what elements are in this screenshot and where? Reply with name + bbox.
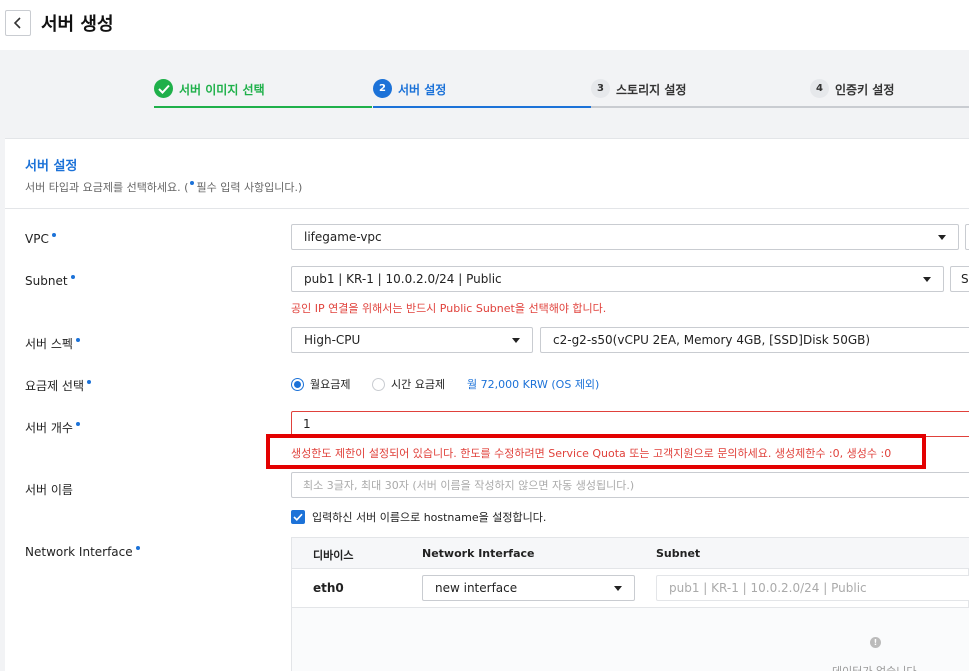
subnet-extra-button[interactable]: S [950, 266, 969, 292]
radio-checked-icon [291, 377, 304, 391]
caret-down-icon [512, 338, 520, 343]
radio-unchecked-icon [372, 377, 385, 391]
hostname-checkbox[interactable]: 입력하신 서버 이름으로 hostname을 설정합니다. [291, 509, 546, 525]
interface-select[interactable]: new interface [422, 575, 635, 601]
step-label: 스토리지 설정 [616, 83, 687, 97]
server-settings-panel: 서버 설정 서버 타입과 요금제를 선택하세요. (필수 입력 사항입니다.) … [5, 138, 969, 671]
required-dot-icon [75, 422, 80, 426]
vpc-extra-button[interactable] [965, 224, 969, 250]
required-dot-icon [190, 181, 195, 185]
required-dot-icon [51, 233, 56, 237]
table-header: 디바이스 Network Interface Subnet [292, 538, 969, 569]
step-progress-line [591, 106, 810, 108]
server-spec-select[interactable]: c2-g2-s50(vCPU 2EA, Memory 4GB, [SSD]Dis… [540, 327, 969, 353]
page-title: 서버 생성 [41, 14, 114, 35]
step-auth-key-settings[interactable]: 4 인증키 설정 [810, 78, 969, 108]
count-label: 서버 개수 [25, 419, 80, 436]
empty-text: 데이터가 없습니다. [832, 663, 920, 671]
vpc-select[interactable]: lifegame-vpc [291, 224, 959, 250]
step-number: 3 [591, 79, 610, 98]
step-label: 서버 설정 [398, 83, 447, 97]
step-number: 4 [810, 79, 829, 98]
spec-label: 서버 스펙 [25, 335, 80, 352]
caret-down-icon [938, 235, 946, 240]
network-interface-table: 디바이스 Network Interface Subnet eth0 new i… [291, 537, 969, 671]
col-subnet: Subnet [656, 547, 701, 560]
step-number: 2 [373, 79, 392, 98]
caret-down-icon [923, 277, 931, 282]
server-name-input[interactable]: 최소 3글자, 최대 30자 (서버 이름을 작성하지 않으면 자동 생성됩니다… [291, 472, 969, 498]
info-icon: ! [870, 637, 881, 648]
section-title: 서버 설정 [25, 159, 78, 174]
page-header: 서버 생성 [0, 0, 969, 50]
network-interface-label: Network Interface [25, 545, 140, 559]
col-device: 디바이스 [313, 549, 354, 562]
billing-monthly-radio[interactable]: 월요금제 [291, 376, 350, 392]
required-dot-icon [87, 380, 92, 384]
required-dot-icon [75, 338, 80, 342]
back-button[interactable] [5, 10, 31, 36]
table-row: eth0 new interface pub1 | KR-1 | 10.0.2.… [292, 569, 969, 608]
server-type-select[interactable]: High-CPU [291, 327, 533, 353]
step-progress-line [810, 106, 969, 108]
stepper: 서버 이미지 선택 2 서버 설정 3 스토리지 설정 4 인증키 설정 [0, 50, 969, 130]
step-server-settings[interactable]: 2 서버 설정 [373, 78, 591, 108]
interface-subnet-select: pub1 | KR-1 | 10.0.2.0/24 | Public [656, 575, 969, 601]
subnet-label: Subnet [25, 274, 75, 288]
step-image-select[interactable]: 서버 이미지 선택 [154, 78, 372, 108]
section-description: 서버 타입과 요금제를 선택하세요. (필수 입력 사항입니다.) [25, 181, 303, 194]
step-storage-settings[interactable]: 3 스토리지 설정 [591, 78, 810, 108]
caret-down-icon [614, 586, 622, 591]
divider [5, 208, 969, 209]
step-label: 인증키 설정 [835, 83, 895, 97]
check-icon [154, 79, 173, 98]
check-icon [291, 510, 305, 524]
required-dot-icon [70, 275, 75, 279]
empty-state: ! 데이터가 없습니다. [292, 608, 969, 671]
step-progress-line [373, 106, 591, 108]
billing-hourly-radio[interactable]: 시간 요금제 [372, 376, 445, 392]
error-highlight-box [266, 434, 926, 469]
subnet-warning: 공인 IP 연결을 위해서는 반드시 Public Subnet을 선택해야 합… [291, 302, 607, 315]
name-label: 서버 이름 [25, 483, 73, 497]
device-name: eth0 [313, 581, 344, 595]
required-dot-icon [135, 546, 140, 550]
col-interface: Network Interface [422, 547, 535, 560]
vpc-label: VPC [25, 232, 56, 246]
billing-price: 월 72,000 KRW (OS 제외) [467, 378, 600, 391]
billing-label: 요금제 선택 [25, 377, 92, 394]
step-progress-line [154, 106, 372, 108]
chevron-left-icon [13, 17, 21, 29]
subnet-select[interactable]: pub1 | KR-1 | 10.0.2.0/24 | Public [291, 266, 944, 292]
step-label: 서버 이미지 선택 [179, 83, 265, 97]
